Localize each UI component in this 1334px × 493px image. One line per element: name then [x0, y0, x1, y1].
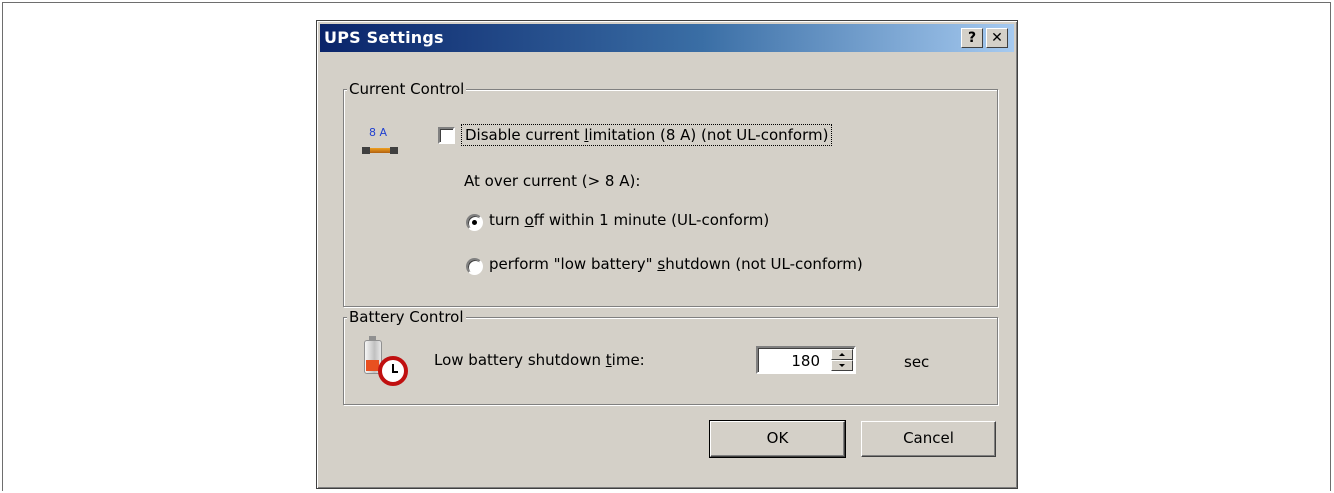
shutdown-time-label: Low battery shutdown time:	[434, 351, 645, 369]
battery-control-legend: Battery Control	[347, 308, 466, 326]
spinner-down-button[interactable]	[831, 360, 853, 371]
battery-control-group: Battery Control Low battery shutdown tim…	[343, 308, 998, 405]
shutdown-time-value[interactable]: 180	[791, 352, 820, 370]
radio-low-battery-shutdown-label[interactable]: perform "low battery" shutdown (not UL-c…	[489, 255, 863, 273]
title-bar[interactable]: UPS Settings ? ✕	[320, 24, 1014, 52]
spinner-buttons	[831, 349, 853, 371]
spinner-up-button[interactable]	[831, 349, 853, 360]
cancel-button[interactable]: Cancel	[861, 421, 996, 457]
fuse-icon: 8 A	[362, 126, 398, 160]
dialog-title: UPS Settings	[324, 28, 444, 47]
radio-turn-off-label[interactable]: turn off within 1 minute (UL-conform)	[489, 211, 769, 229]
shutdown-time-spinner[interactable]: 180	[756, 346, 856, 374]
radio-turn-off[interactable]	[466, 214, 483, 231]
close-button[interactable]: ✕	[986, 28, 1008, 48]
current-control-group: Current Control 8 A Disable current limi…	[343, 80, 998, 307]
current-control-legend: Current Control	[347, 80, 467, 98]
battery-clock-icon	[358, 334, 408, 386]
fuse-icon-label: 8 A	[369, 126, 388, 139]
ups-settings-dialog: UPS Settings ? ✕ Current Control 8 A Dis…	[316, 20, 1018, 489]
radio-low-battery-shutdown[interactable]	[466, 258, 483, 275]
disable-current-limitation-label[interactable]: Disable current limitation (8 A) (not UL…	[461, 124, 833, 146]
shutdown-time-unit: sec	[904, 353, 930, 371]
over-current-label: At over current (> 8 A):	[464, 172, 641, 190]
help-button[interactable]: ?	[961, 28, 983, 48]
ok-button[interactable]: OK	[709, 420, 846, 458]
disable-current-limitation-checkbox[interactable]	[438, 127, 455, 144]
